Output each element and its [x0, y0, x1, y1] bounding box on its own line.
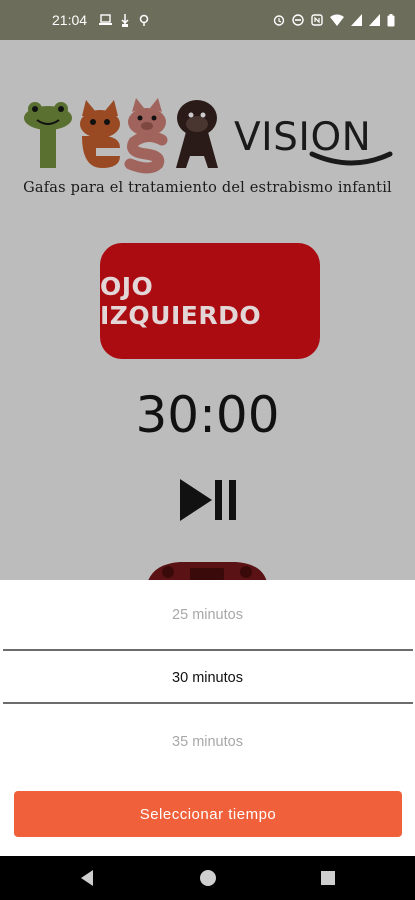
timer-display: 30:00: [135, 386, 280, 444]
alarm-icon: [273, 14, 285, 26]
vision-wordmark: VISION: [234, 115, 371, 160]
recents-icon[interactable]: [318, 868, 338, 888]
do-not-disturb-icon: [292, 13, 304, 26]
signal-icon: [369, 13, 380, 26]
location-icon: [139, 14, 149, 26]
pig-letter-s-icon: [124, 98, 168, 174]
tagline: Gafas para el tratamiento del estrabismo…: [23, 180, 392, 196]
alarm-clock-icon: [140, 558, 274, 580]
cat-letter-e-icon: [80, 100, 120, 168]
picker-divider: [3, 649, 413, 651]
status-bar: 21:04: [0, 0, 415, 40]
eye-selection-button[interactable]: OJO IZQUIERDO: [100, 243, 320, 359]
wifi-icon: [330, 14, 344, 26]
gorilla-letter-a-icon: [176, 100, 218, 168]
status-time: 21:04: [52, 12, 88, 28]
app-content: VISION Gafas para el tratamiento del est…: [0, 40, 415, 580]
navigation-bar: [0, 856, 415, 900]
signal-icon: [351, 13, 362, 26]
nfc-icon: [311, 13, 323, 26]
battery-icon: [387, 13, 395, 26]
select-time-button[interactable]: Seleccionar tiempo: [14, 791, 402, 837]
play-pause-icon[interactable]: [178, 476, 240, 524]
laptop-icon: [99, 13, 113, 25]
frog-letter-t-icon: [24, 102, 72, 168]
time-picker-sheet: 25 minutos 30 minutos 35 minutos Selecci…: [0, 580, 415, 856]
picker-divider: [3, 702, 413, 704]
home-icon[interactable]: [198, 868, 218, 888]
picker-option[interactable]: 25 minutos: [0, 607, 415, 623]
usb-icon: [121, 13, 129, 27]
picker-option-selected[interactable]: 30 minutos: [0, 670, 415, 686]
back-icon[interactable]: [78, 868, 98, 888]
picker-option[interactable]: 35 minutos: [0, 734, 415, 750]
